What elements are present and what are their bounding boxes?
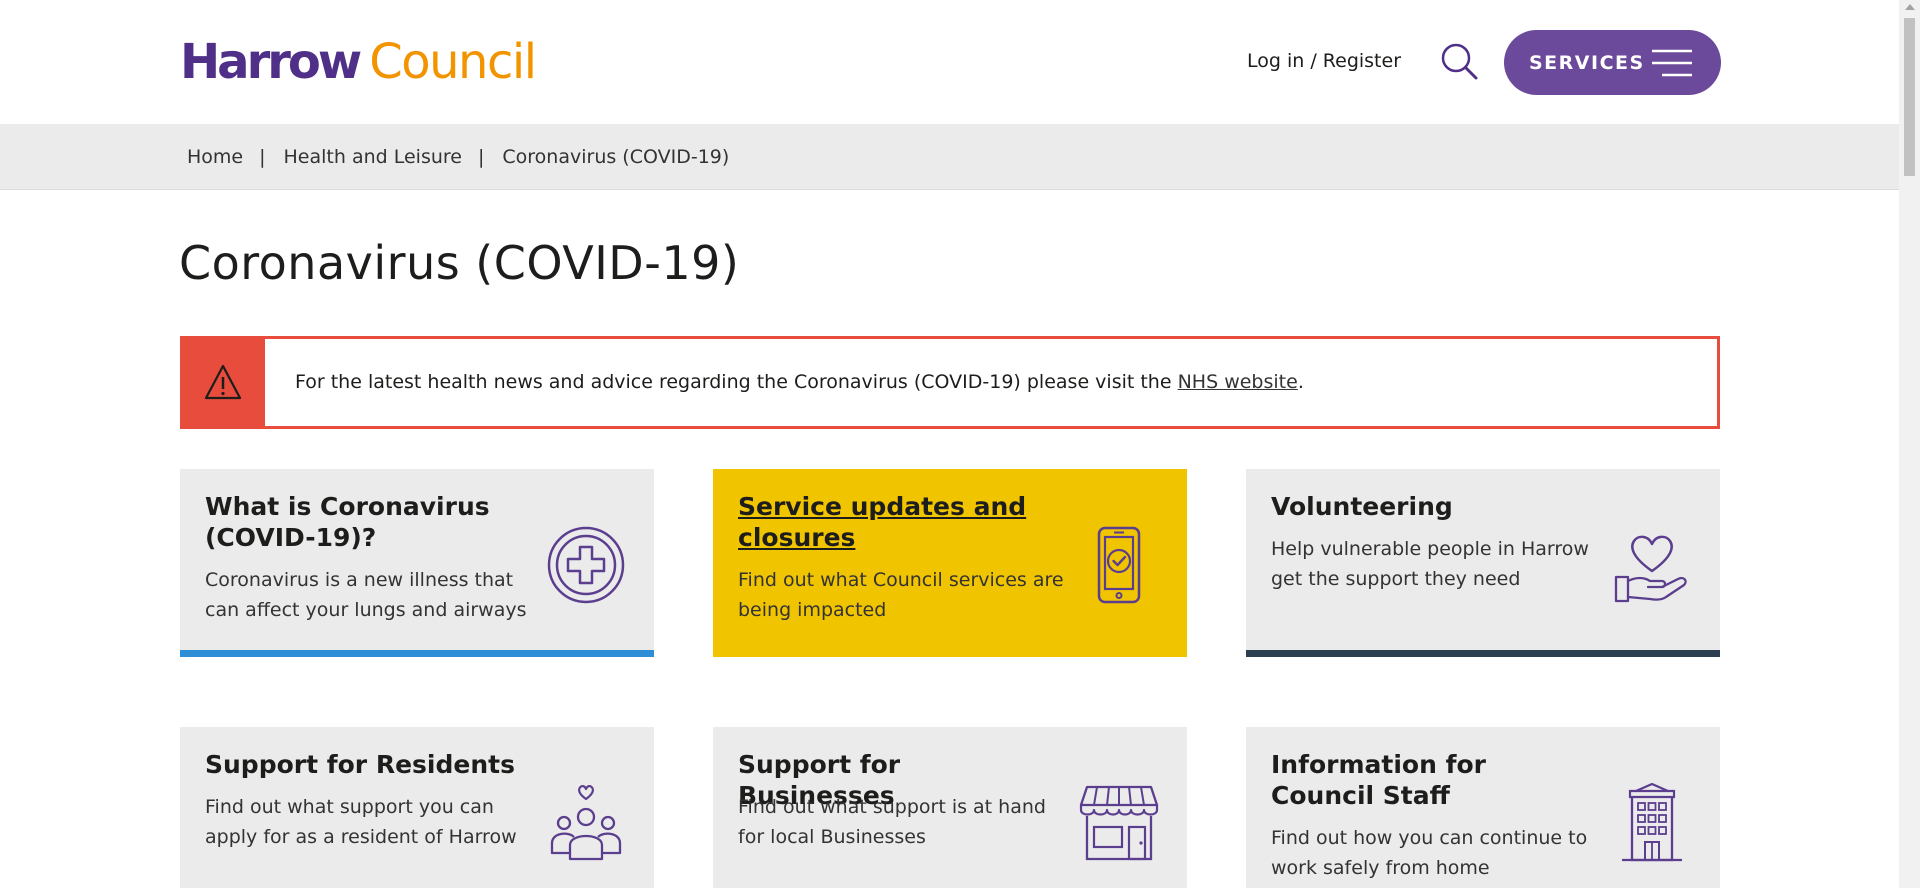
mobile-check-icon xyxy=(1097,526,1141,604)
page-scrollbar[interactable] xyxy=(1899,0,1920,888)
people-heart-icon xyxy=(550,784,622,861)
card-description: Find out how you can continue to work sa… xyxy=(1271,827,1588,879)
nhs-website-link[interactable]: NHS website xyxy=(1178,371,1298,393)
card-title: Information for Council Staff xyxy=(1271,750,1486,810)
alert-text: For the latest health news and advice re… xyxy=(295,371,1178,393)
heart-hand-icon xyxy=(1614,535,1687,603)
card-what-is-coronavirus[interactable]: What is Coronavirus (COVID-19)? Coronavi… xyxy=(180,469,654,657)
breadcrumb-home[interactable]: Home xyxy=(187,146,243,168)
logo-council-text: Council xyxy=(369,34,537,90)
breadcrumb-separator: | xyxy=(477,146,485,168)
alert-message: For the latest health news and advice re… xyxy=(295,371,1304,393)
login-link[interactable]: Log in xyxy=(1247,50,1304,72)
alert-text-end: . xyxy=(1297,371,1304,393)
page-title: Coronavirus (COVID-19) xyxy=(179,236,740,290)
breadcrumb-separator: | xyxy=(259,146,266,168)
card-description: Coronavirus is a new illness that can af… xyxy=(205,569,527,621)
card-description: Find out what support you can apply for … xyxy=(205,796,517,848)
scrollbar-thumb[interactable] xyxy=(1904,18,1915,176)
card-description: Find out what support is at hand for loc… xyxy=(738,796,1046,848)
card-description: Find out what Council services are being… xyxy=(738,569,1064,621)
alert-icon-box xyxy=(180,336,265,429)
harrow-council-logo[interactable]: Harrow Council xyxy=(180,34,537,90)
scroll-up-arrow-icon[interactable] xyxy=(1905,4,1915,10)
medical-cross-icon xyxy=(547,526,625,604)
breadcrumb: Home | Health and Leisure | Coronavirus (COV… xyxy=(0,124,1899,190)
card-service-updates[interactable]: Service updates and closures Find out wh… xyxy=(713,469,1187,657)
site-header: Harrow Council Log in / Register SERVICES xyxy=(0,0,1899,124)
register-link[interactable]: Register xyxy=(1323,50,1401,72)
card-title: Volunteering xyxy=(1271,492,1453,521)
breadcrumb-current: Coronavirus (COVID-19) xyxy=(502,146,730,168)
office-building-icon xyxy=(1622,783,1682,862)
health-alert-banner: For the latest health news and advice re… xyxy=(180,336,1720,429)
card-volunteering[interactable]: Volunteering Help vulnerable people in H… xyxy=(1246,469,1720,657)
card-title: Service updates and closures xyxy=(738,492,1027,552)
services-menu-button[interactable]: SERVICES xyxy=(1504,30,1721,95)
services-label: SERVICES xyxy=(1529,52,1645,74)
card-support-for-businesses[interactable]: Support for Businesses Find out what sup… xyxy=(713,727,1187,888)
card-title: Support for Residents xyxy=(205,750,515,779)
card-accent-bar xyxy=(180,650,654,657)
warning-icon xyxy=(204,364,242,400)
card-description: Help vulnerable people in Harrow get the… xyxy=(1271,538,1589,590)
search-icon[interactable] xyxy=(1440,42,1480,82)
breadcrumb-health-and-leisure[interactable]: Health and Leisure xyxy=(284,146,462,168)
card-information-for-council-staff[interactable]: Information for Council Staff Find out h… xyxy=(1246,727,1720,888)
login-separator: / xyxy=(1304,50,1323,72)
login-register: Log in / Register xyxy=(1247,50,1401,72)
card-accent-bar xyxy=(1246,650,1720,657)
logo-harrow-text: Harrow xyxy=(180,34,362,90)
card-support-for-residents[interactable]: Support for Residents Find out what supp… xyxy=(180,727,654,888)
card-title: What is Coronavirus (COVID-19)? xyxy=(205,492,490,552)
shop-icon xyxy=(1079,785,1159,861)
hamburger-menu-icon xyxy=(1652,49,1692,77)
